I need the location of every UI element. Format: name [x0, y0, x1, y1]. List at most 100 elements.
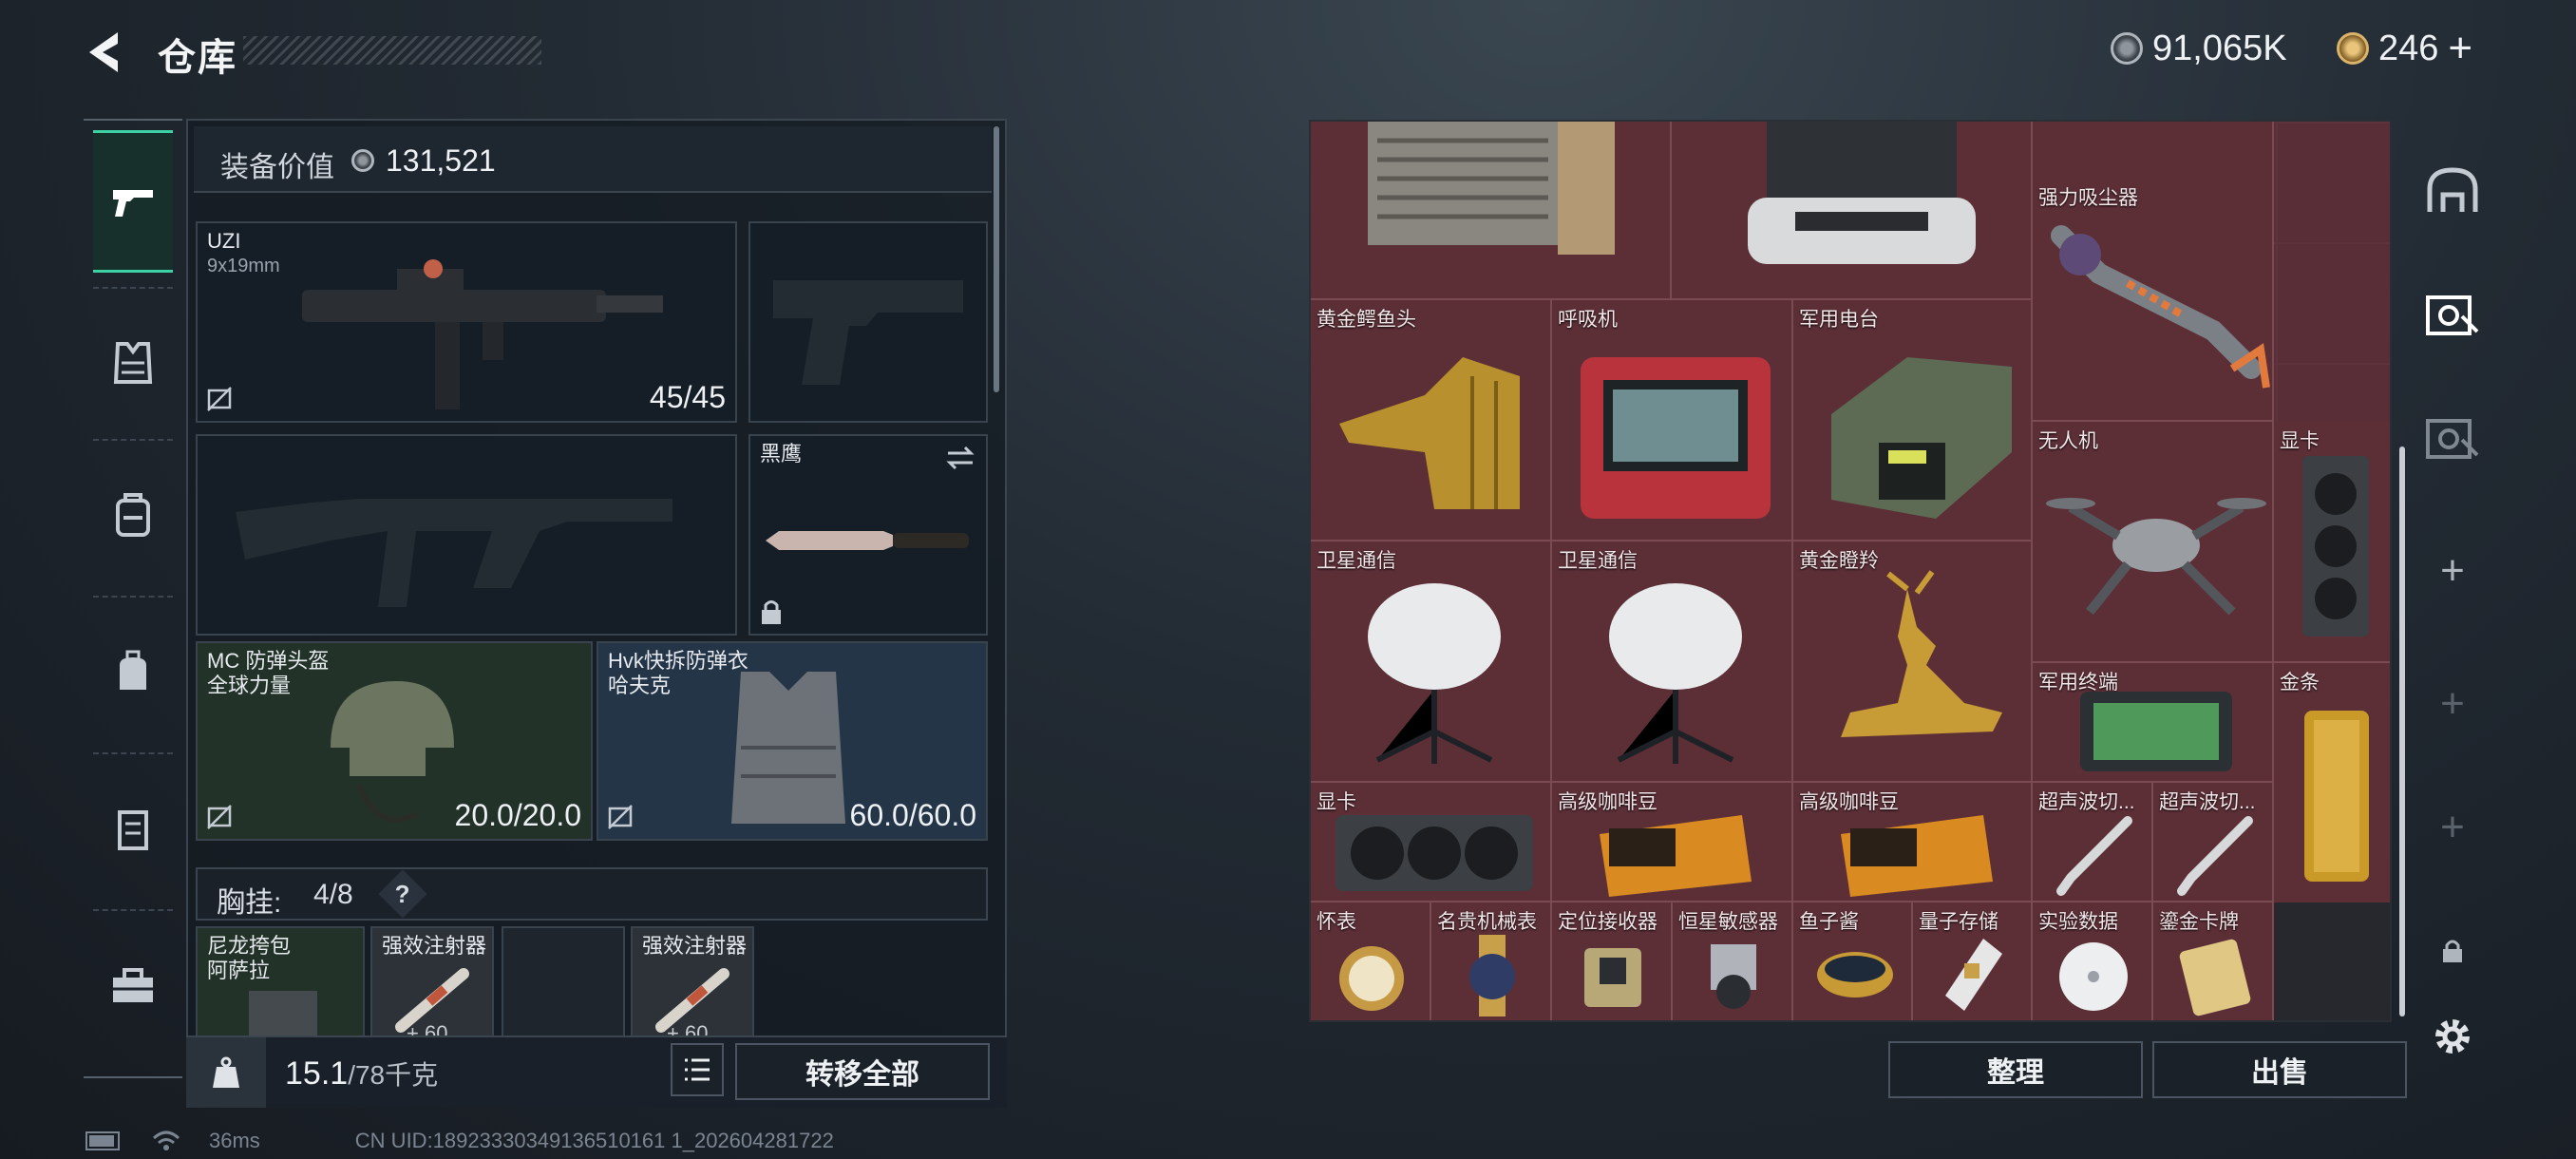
storage-item[interactable]: 鱼子酱	[1793, 902, 1913, 1020]
weight-icon	[213, 1056, 239, 1088]
storage-item[interactable]: 高级咖啡豆	[1552, 783, 1793, 902]
storage-item[interactable]: 黄金鳄鱼头	[1311, 300, 1552, 542]
rig-item-3[interactable]	[502, 926, 625, 1050]
gold-bar-image	[2304, 711, 2369, 882]
tab-backpack[interactable]	[93, 444, 173, 586]
gold-currency[interactable]: 246 +	[2337, 25, 2472, 72]
equipment-value-bar: 装备价值 131,521	[194, 126, 992, 193]
page-title: 仓库	[158, 37, 237, 79]
chest-rig-label: 胸挂:	[217, 887, 282, 919]
armor-slot[interactable]: Hvk快拆防弹衣 哈夫克 60.0/60.0	[597, 641, 988, 841]
secondary-weapon-slot[interactable]	[196, 434, 737, 636]
add-currency-button[interactable]: +	[2448, 25, 2472, 72]
primary-weapon-slot[interactable]: UZI 9x19mm 45/45	[196, 221, 737, 423]
storage-item[interactable]: 金条	[2274, 663, 2390, 904]
helmet-slot[interactable]: MC 防弹头盔 全球力量 20.0/20.0	[196, 641, 593, 841]
tab-rig[interactable]	[93, 292, 173, 434]
tab-storage-home[interactable]	[2415, 148, 2491, 234]
backpack-icon	[116, 493, 150, 537]
tab-weapons[interactable]	[93, 130, 173, 273]
add-storage-tab-button[interactable]: +	[2415, 785, 2491, 870]
weapon-name: UZI 9x19mm	[207, 229, 280, 276]
storage-item[interactable]: 无人机	[2033, 422, 2274, 663]
storage-item[interactable]: 定位接收器	[1552, 902, 1673, 1020]
empty-cell[interactable]	[2274, 902, 2390, 1020]
storage-item[interactable]	[1311, 122, 1672, 300]
pistol-icon	[113, 190, 153, 217]
battery-icon	[85, 1131, 120, 1150]
item-name: 黄金鳄鱼头	[1316, 309, 1416, 331]
storage-box-icon	[2426, 419, 2479, 459]
storage-item[interactable]: 卫星通信	[1311, 542, 1552, 783]
swap-icon[interactable]	[944, 444, 976, 472]
storage-item[interactable]: 超声波切...	[2033, 783, 2153, 902]
pocket-watch-image	[1339, 946, 1404, 1011]
quantum-storage-image	[1945, 939, 2002, 1011]
tab-storage-2[interactable]	[2415, 272, 2491, 357]
list-icon	[685, 1058, 710, 1081]
rig-item-4[interactable]: 强效注射器 + 60	[631, 926, 754, 1050]
add-storage-tab-button[interactable]: +	[2415, 661, 2491, 747]
coffee-beans-image	[1841, 815, 1993, 897]
storage-item-vacuum[interactable]: 强力吸尘器	[2033, 179, 2274, 422]
storage-item[interactable]: 显卡	[2274, 422, 2390, 663]
tab-bag[interactable]	[93, 600, 173, 743]
storage-box-icon	[2426, 295, 2479, 335]
rig-item-1[interactable]: 尼龙挎包 阿萨拉	[196, 926, 365, 1050]
tab-safe[interactable]	[93, 757, 173, 900]
uid-text: CN UID:18923330349136510161 1_2026042817…	[354, 1129, 834, 1152]
tab-toolbox[interactable]	[93, 914, 173, 1056]
rig-item-name: 尼龙挎包 阿萨拉	[207, 934, 292, 982]
knife-image	[766, 531, 969, 550]
mechanical-watch-image	[1469, 935, 1515, 1016]
vest-icon	[113, 342, 153, 384]
help-button[interactable]: ?	[378, 869, 427, 919]
storage-item[interactable]: 卫星通信	[1552, 542, 1793, 783]
storage-item[interactable]: 鎏金卡牌	[2153, 902, 2274, 1020]
vacuum-image	[2051, 225, 2270, 389]
no-insure-icon	[207, 387, 232, 411]
storage-item[interactable]: 军用终端	[2033, 663, 2274, 783]
storage-item[interactable]: 高级咖啡豆	[1793, 783, 2033, 902]
sort-button[interactable]: 整理	[1888, 1041, 2143, 1098]
list-view-button[interactable]	[671, 1043, 724, 1096]
ultrasonic-cutter-image	[2056, 816, 2132, 896]
storage-item[interactable]: 超声波切...	[2153, 783, 2274, 902]
storage-grid: 强力吸尘器 黄金鳄鱼头 呼吸机 军用电台 无人机 显卡 卫星通信 卫星通信 黄金…	[1309, 120, 2392, 1022]
drone-image	[2046, 498, 2266, 616]
add-storage-tab-button[interactable]: +	[2415, 528, 2491, 614]
silver-currency: 91,065K	[2111, 25, 2287, 72]
storage-scrollbar[interactable]	[2399, 446, 2405, 1016]
locked-tab[interactable]	[2415, 908, 2491, 994]
storage-item[interactable]: 军用电台	[1793, 300, 2033, 542]
warehouse-icon	[2427, 167, 2478, 212]
storage-item[interactable]: 量子存储	[1913, 902, 2033, 1020]
storage-item[interactable]: 名贵机械表	[1431, 902, 1552, 1020]
gilded-card-image	[2179, 939, 2251, 1016]
tab-storage-4[interactable]	[2415, 395, 2491, 481]
storage-item[interactable]	[1672, 122, 2033, 300]
satellite-dish-image	[1609, 583, 1742, 764]
storage-item[interactable]: 呼吸机	[1552, 300, 1793, 542]
pistol-slot[interactable]	[748, 221, 988, 423]
sell-button[interactable]: 出售	[2152, 1041, 2407, 1098]
melee-slot[interactable]: 黑鹰	[748, 434, 988, 636]
item-name: 恒星敏感器	[1678, 911, 1778, 933]
transfer-all-button[interactable]: 转移全部	[735, 1043, 990, 1100]
storage-item[interactable]: 恒星敏感器	[1673, 902, 1793, 1020]
loadout-panel: 装备价值 131,521 UZI 9x19mm 45/45 黑鹰 MC 防弹头盔全	[186, 119, 1007, 1107]
back-arrow-icon[interactable]	[82, 28, 129, 76]
caviar-image	[1817, 952, 1893, 998]
item-name: 显卡	[2280, 430, 2320, 452]
storage-item[interactable]: 黄金瞪羚	[1793, 542, 2033, 783]
ping-text: 36ms	[209, 1129, 260, 1152]
storage-item[interactable]: 怀表	[1311, 902, 1431, 1020]
panel-scrollbar[interactable]	[994, 126, 999, 392]
rig-item-name: 强效注射器	[642, 934, 748, 958]
storage-item[interactable]: 实验数据	[2033, 902, 2153, 1020]
storage-item[interactable]: 显卡	[1311, 783, 1552, 902]
equipment-value: 131,521	[386, 143, 496, 178]
rig-item-2[interactable]: 强效注射器 + 60	[370, 926, 494, 1050]
uzi-image	[302, 259, 663, 409]
settings-button[interactable]	[2415, 994, 2491, 1079]
